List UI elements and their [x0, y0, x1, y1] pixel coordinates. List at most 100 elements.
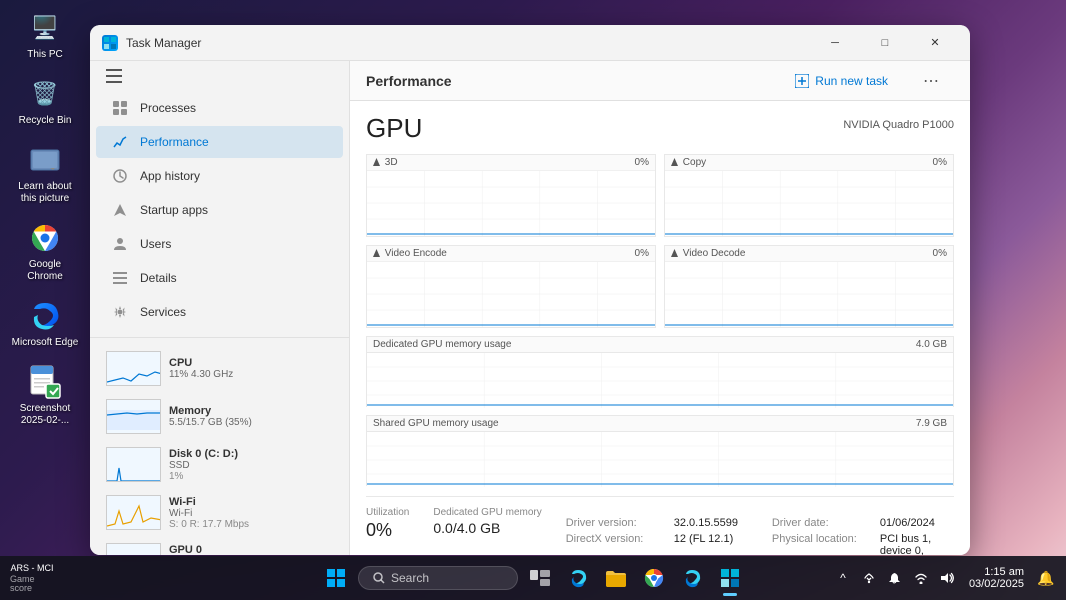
- chart-video-encode: Video Encode 0%: [366, 245, 656, 328]
- task-view-button[interactable]: [524, 562, 556, 594]
- more-options-button[interactable]: ⋯: [908, 65, 954, 97]
- time-date[interactable]: 1:15 am 03/02/2025: [965, 564, 1028, 592]
- driver-version-row: Driver version: 32.0.15.5599: [566, 517, 748, 529]
- shared-memory-section: Shared GPU memory usage 7.9 GB: [366, 415, 954, 486]
- search-label: Search: [391, 571, 429, 585]
- close-button[interactable]: ✕: [912, 27, 958, 59]
- game-score-label: ARS - MCI: [10, 564, 53, 573]
- services-icon: [112, 304, 128, 320]
- perf-cpu[interactable]: CPU 11% 4.30 GHz: [96, 345, 343, 392]
- search-bar[interactable]: Search: [358, 566, 518, 590]
- date: 03/02/2025: [969, 578, 1024, 590]
- driver-date-row: Driver date: 01/06/2024: [772, 517, 954, 529]
- window-controls: ─ □ ✕: [812, 27, 958, 59]
- sidebar-item-users[interactable]: Users: [96, 228, 343, 260]
- shared-memory-max: 7.9 GB: [916, 418, 947, 429]
- chart-encode-val: 0%: [635, 248, 649, 259]
- sidebar-item-app-history[interactable]: App history: [96, 160, 343, 192]
- tray-volume-icon[interactable]: [937, 568, 957, 588]
- perf-wifi[interactable]: Wi-Fi Wi-Fi S: 0 R: 17.7 Mbps: [96, 489, 343, 536]
- taskbar-chrome-icon[interactable]: [638, 562, 670, 594]
- start-button[interactable]: [320, 562, 352, 594]
- run-new-task-button[interactable]: Run new task: [787, 70, 896, 92]
- this-pc-icon: 🖥️: [27, 10, 63, 46]
- startup-icon: [112, 202, 128, 218]
- services-label: Services: [140, 305, 186, 319]
- sidebar-item-performance[interactable]: Performance: [96, 126, 343, 158]
- memory-info: Memory 5.5/15.7 GB (35%): [169, 405, 333, 428]
- learn-label: Learn about this picture: [10, 181, 80, 205]
- desktop-icon-recycle-bin[interactable]: 🗑️ Recycle Bin: [10, 76, 80, 127]
- tm-body: Processes Performance: [90, 61, 970, 555]
- chart-decode-val: 0%: [933, 248, 947, 259]
- chart-decode-area: [665, 262, 953, 327]
- dedicated-memory-label-row: Dedicated GPU memory usage 4.0 GB: [366, 336, 954, 352]
- tray-notification-icon[interactable]: [885, 568, 905, 588]
- tray-network-icon[interactable]: [859, 568, 879, 588]
- processes-icon: [112, 100, 128, 116]
- startup-label: Startup apps: [140, 203, 208, 217]
- desktop-icon-screenshot[interactable]: Screenshot 2025-02-...: [10, 364, 80, 427]
- gpu-header: GPU NVIDIA Quadro P1000: [366, 113, 954, 144]
- cpu-mini-chart: [106, 351, 161, 386]
- tray-chevron[interactable]: ^: [833, 568, 853, 588]
- game-score-item[interactable]: ARS - MCI Game score: [10, 562, 54, 594]
- dedicated-memory-label: Dedicated GPU memory usage: [373, 339, 511, 350]
- gpu0-mini-chart: [106, 543, 161, 555]
- chart-row-2: Video Encode 0%: [366, 245, 954, 328]
- gpu0-info: GPU 0 Intel(R) UHD Graphic... 0%: [169, 544, 333, 556]
- game-score-sub: Game score: [10, 575, 54, 593]
- maximize-button[interactable]: □: [862, 27, 908, 59]
- wifi-info: Wi-Fi Wi-Fi S: 0 R: 17.7 Mbps: [169, 496, 333, 530]
- chart-copy-area: [665, 171, 953, 236]
- chart-3d: 3D 0%: [366, 154, 656, 237]
- task-manager-app-icon: [102, 35, 118, 51]
- desktop-icon-chrome[interactable]: Google Chrome: [10, 220, 80, 283]
- chart-3d-label-row: 3D 0%: [367, 155, 655, 171]
- run-task-label: Run new task: [815, 74, 888, 88]
- sidebar-item-processes[interactable]: Processes: [96, 92, 343, 124]
- screenshot-label: Screenshot 2025-02-...: [10, 403, 80, 427]
- recycle-bin-label: Recycle Bin: [19, 115, 72, 127]
- dedicated-memory-max: 4.0 GB: [916, 339, 947, 350]
- screenshot-icon: [27, 364, 63, 400]
- perf-disk[interactable]: Disk 0 (C: D:) SSD 1%: [96, 441, 343, 488]
- perf-gpu0[interactable]: GPU 0 Intel(R) UHD Graphic... 0%: [96, 537, 343, 555]
- tray-notification-bell[interactable]: 🔔: [1036, 568, 1056, 588]
- desktop-icon-learn[interactable]: Learn about this picture: [10, 142, 80, 205]
- taskbar-taskmanager-icon[interactable]: [714, 562, 746, 594]
- topbar-right: Run new task ⋯: [787, 65, 954, 97]
- task-manager-window: Task Manager ─ □ ✕: [90, 25, 970, 555]
- gpu-title: GPU: [366, 113, 422, 144]
- this-pc-label: This PC: [27, 49, 63, 61]
- perf-memory[interactable]: Memory 5.5/15.7 GB (35%): [96, 393, 343, 440]
- minimize-button[interactable]: ─: [812, 27, 858, 59]
- disk-mini-chart: [106, 447, 161, 482]
- tray-wifi-icon[interactable]: [911, 568, 931, 588]
- desktop-icon-edge[interactable]: Microsoft Edge: [10, 298, 80, 349]
- sidebar-item-startup[interactable]: Startup apps: [96, 194, 343, 226]
- info-grid: Driver version: 32.0.15.5599 Driver date…: [566, 517, 954, 555]
- chart-encode-label-row: Video Encode 0%: [367, 246, 655, 262]
- shared-memory-chart: [366, 431, 954, 486]
- chart-3d-label: 3D: [373, 157, 398, 168]
- performance-icon: [112, 134, 128, 150]
- taskbar-right: ^: [833, 564, 1056, 592]
- tm-sidebar: Processes Performance: [90, 61, 350, 555]
- chrome-icon: [27, 220, 63, 256]
- sys-tray: ^: [833, 568, 957, 588]
- taskbar-explorer-icon[interactable]: [600, 562, 632, 594]
- directx-row: DirectX version: 12 (FL 12.1): [566, 533, 748, 555]
- taskbar-edge2-icon[interactable]: [676, 562, 708, 594]
- taskbar-edge-icon[interactable]: [562, 562, 594, 594]
- run-task-icon: [795, 74, 809, 88]
- sidebar-item-services[interactable]: Services: [96, 296, 343, 328]
- sidebar-item-details[interactable]: Details: [96, 262, 343, 294]
- users-icon: [112, 236, 128, 252]
- dedicated-label: Dedicated GPU memory: [433, 507, 541, 518]
- hamburger-menu-button[interactable]: [98, 69, 130, 83]
- chart-copy: Copy 0%: [664, 154, 954, 237]
- utilization-val: 0%: [366, 520, 409, 541]
- chart-copy-label-row: Copy 0%: [665, 155, 953, 171]
- desktop-icon-this-pc[interactable]: 🖥️ This PC: [10, 10, 80, 61]
